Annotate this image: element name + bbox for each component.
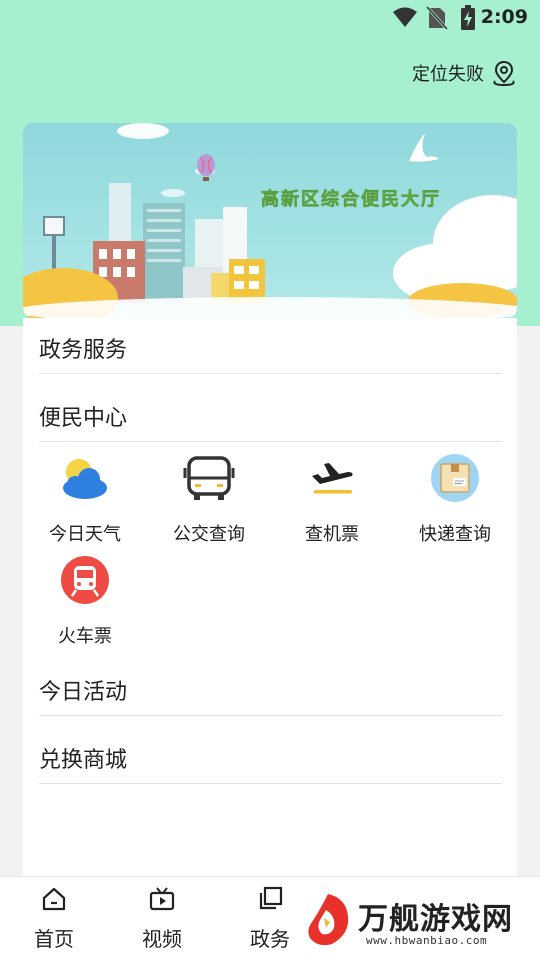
- tab-label: 视频: [142, 927, 182, 951]
- no-sim-icon: [426, 6, 448, 30]
- weather-icon: [63, 459, 107, 499]
- service-express[interactable]: 快递查询: [393, 452, 517, 546]
- package-icon: [431, 454, 479, 502]
- service-label: 查机票: [305, 524, 359, 545]
- wifi-icon: [393, 7, 417, 27]
- tab-home[interactable]: 首页: [4, 885, 104, 952]
- service-weather[interactable]: 今日天气: [23, 452, 147, 546]
- location-button[interactable]: 定位失败: [412, 56, 518, 90]
- service-label: 公交查询: [173, 524, 245, 545]
- service-flight[interactable]: 查机票: [270, 452, 394, 546]
- section-title: 政务服务: [39, 337, 128, 363]
- section-gov-services[interactable]: 政务服务: [39, 322, 502, 374]
- section-title: 兑换商城: [39, 747, 128, 773]
- video-icon: [149, 887, 175, 911]
- service-label: 快递查询: [419, 524, 491, 545]
- location-pin-icon: [493, 60, 515, 87]
- bus-icon: [183, 456, 235, 500]
- watermark-text: 万舰游戏网: [358, 902, 513, 937]
- gov-icon: [259, 886, 283, 910]
- status-bar: 2:09: [0, 0, 540, 36]
- banner-title: 高新区综合便民大厅: [261, 189, 441, 211]
- section-convenience-center[interactable]: 便民中心: [39, 390, 502, 442]
- section-title: 便民中心: [39, 405, 128, 431]
- section-title: 今日活动: [39, 679, 128, 705]
- service-label: 今日天气: [49, 524, 121, 545]
- service-bus[interactable]: 公交查询: [147, 452, 271, 546]
- location-label: 定位失败: [412, 64, 484, 85]
- status-time: 2:09: [480, 6, 528, 28]
- home-icon: [42, 887, 66, 911]
- watermark-url: www.hbwanbiao.com: [366, 934, 488, 947]
- battery-charging-icon: [461, 5, 475, 30]
- watermark: 万舰游戏网 www.hbwanbiao.com: [296, 888, 536, 958]
- tab-video[interactable]: 视频: [112, 885, 212, 952]
- tab-label: 首页: [34, 927, 74, 951]
- service-train[interactable]: 火车票: [23, 554, 147, 648]
- content-card: 政务服务 便民中心 今日天气 公交查询 查机票 快递查询 火车票 今日活动 兑换…: [23, 318, 517, 876]
- train-icon: [61, 556, 109, 604]
- city-illustration: [23, 123, 517, 318]
- service-label: 火车票: [58, 626, 112, 647]
- watermark-logo-icon: [308, 894, 349, 946]
- section-exchange-mall[interactable]: 兑换商城: [39, 732, 502, 784]
- airplane-icon: [312, 463, 353, 494]
- banner[interactable]: 高新区综合便民大厅: [23, 123, 517, 318]
- section-today-activities[interactable]: 今日活动: [39, 664, 502, 716]
